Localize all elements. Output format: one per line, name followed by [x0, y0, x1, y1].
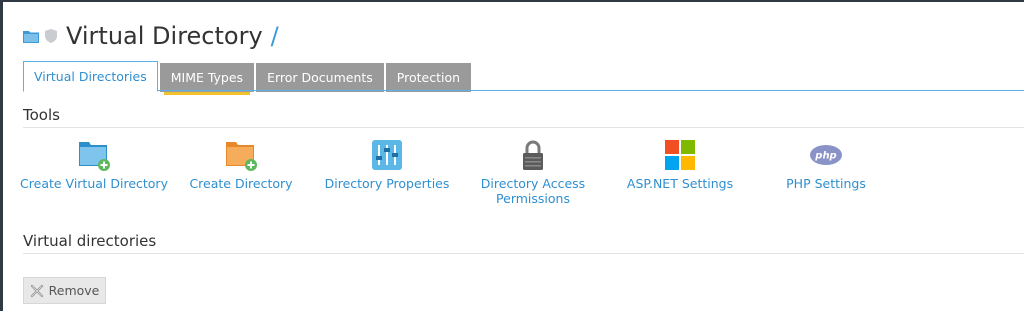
sliders-icon: [372, 140, 402, 170]
shield-icon: [45, 29, 57, 43]
window-top-border: [0, 0, 1024, 2]
tab-error-documents[interactable]: Error Documents: [256, 63, 384, 92]
folder-add-icon: [226, 142, 257, 171]
create-directory-tool[interactable]: Create Directory: [156, 138, 326, 191]
tool-label: Create Virtual Directory: [20, 176, 168, 191]
virtual-directories-heading: Virtual directories: [23, 232, 157, 250]
tool-label: ASP.NET Settings: [626, 176, 734, 191]
tool-label: PHP Settings: [786, 176, 866, 191]
window-left-border: [0, 0, 3, 311]
close-icon: [30, 284, 43, 297]
tab-bar-underline: [23, 90, 1024, 91]
aspnet-settings-tool[interactable]: ASP.NET Settings: [595, 138, 765, 191]
tool-label: Create Directory: [189, 176, 293, 191]
path-slash[interactable]: /: [271, 22, 279, 50]
page-header: Virtual Directory /: [23, 20, 279, 52]
directory-properties-tool[interactable]: Directory Properties: [302, 138, 472, 191]
lock-icon: [523, 140, 543, 170]
php-settings-tool[interactable]: php PHP Settings: [741, 138, 911, 191]
windows-logo-icon: [665, 140, 695, 170]
tab-protection[interactable]: Protection: [385, 63, 472, 92]
remove-button-label: Remove: [48, 283, 100, 298]
folder-icon: [23, 31, 39, 43]
page-title: Virtual Directory: [66, 22, 263, 50]
tools-heading: Tools: [23, 106, 60, 124]
virtual-directories-divider: [23, 253, 1024, 254]
tools-divider: [23, 127, 1024, 128]
tool-label: Directory Access Permissions: [480, 176, 586, 206]
tool-label: Directory Properties: [324, 176, 450, 191]
tab-bar: Virtual Directories MIME Types Error Doc…: [23, 61, 473, 95]
tab-mime-types[interactable]: MIME Types: [159, 63, 255, 95]
folder-add-icon: [79, 142, 110, 171]
tab-virtual-directories[interactable]: Virtual Directories: [23, 61, 158, 92]
remove-button[interactable]: Remove: [23, 277, 106, 304]
directory-access-permissions-tool[interactable]: Directory Access Permissions: [448, 138, 618, 206]
php-logo-icon: php: [810, 145, 842, 165]
svg-text:php: php: [814, 151, 836, 162]
create-virtual-directory-tool[interactable]: Create Virtual Directory: [9, 138, 179, 191]
